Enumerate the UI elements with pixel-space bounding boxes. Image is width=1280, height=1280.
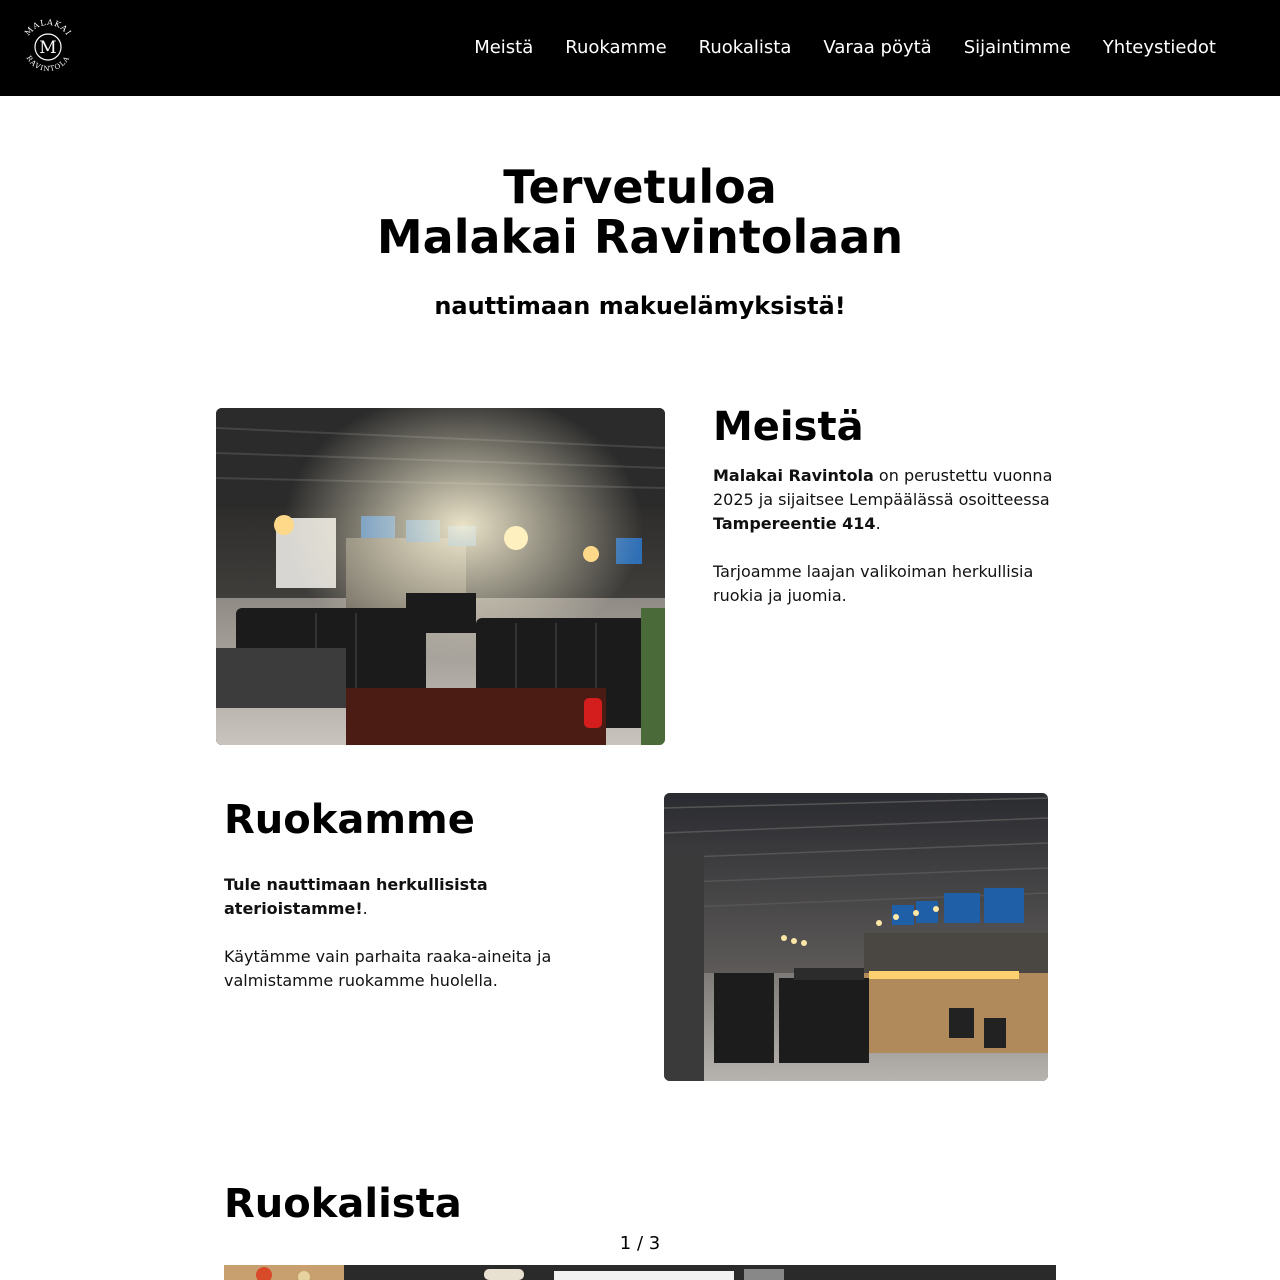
about-heading: Meistä bbox=[713, 404, 864, 450]
about-paragraph-2: Tarjoamme laajan valikoiman herkullisia … bbox=[713, 562, 1034, 605]
top-navbar: M MALAKAI RAVINTOLA Meistä Ruokamme Ruok… bbox=[0, 0, 1280, 96]
main-menu: Meistä Ruokamme Ruokalista Varaa pöytä S… bbox=[474, 36, 1216, 60]
nav-link-meista[interactable]: Meistä bbox=[474, 36, 533, 60]
hero-title-line2: Malakai Ravintolaan bbox=[376, 210, 904, 264]
nav-link-yhteystiedot[interactable]: Yhteystiedot bbox=[1103, 36, 1216, 60]
food-text-1: . bbox=[362, 899, 368, 918]
menu-carousel-image[interactable] bbox=[224, 1265, 1056, 1280]
about-paragraph-1: Malakai Ravintola on perustettu vuonna 2… bbox=[713, 464, 1053, 536]
nav-link-ruokalista[interactable]: Ruokalista bbox=[699, 36, 792, 60]
nav-link-ruokamme[interactable]: Ruokamme bbox=[565, 36, 666, 60]
food-bold-invite: Tule nauttimaan herkullisista aterioista… bbox=[224, 875, 488, 918]
restaurant-counter-photo bbox=[664, 793, 1048, 1081]
food-paragraph-1: Tule nauttimaan herkullisista aterioista… bbox=[224, 873, 584, 921]
hero-subtitle: nauttimaan makuelämyksistä! bbox=[434, 292, 846, 320]
about-address: Tampereentie 414 bbox=[713, 514, 876, 533]
nav-link-varaa-poyta[interactable]: Varaa pöytä bbox=[823, 36, 931, 60]
food-heading: Ruokamme bbox=[224, 797, 475, 843]
about-text-2: . bbox=[875, 514, 881, 533]
hero-title-line1: Tervetuloa bbox=[503, 160, 777, 214]
nav-link-sijaintimme[interactable]: Sijaintimme bbox=[964, 36, 1071, 60]
restaurant-interior-photo bbox=[216, 408, 665, 745]
menu-section-heading: Ruokalista bbox=[224, 1181, 462, 1227]
hero-title: Tervetuloa Malakai Ravintolaan bbox=[0, 162, 1280, 262]
food-paragraph-2: Käytämme vain parhaita raaka-aineita ja … bbox=[224, 947, 552, 990]
about-restaurant-name: Malakai Ravintola bbox=[713, 466, 874, 485]
svg-text:M: M bbox=[39, 38, 56, 58]
menu-slide-counter: 1 / 3 bbox=[619, 1233, 661, 1254]
restaurant-logo[interactable]: M MALAKAI RAVINTOLA bbox=[18, 17, 78, 77]
